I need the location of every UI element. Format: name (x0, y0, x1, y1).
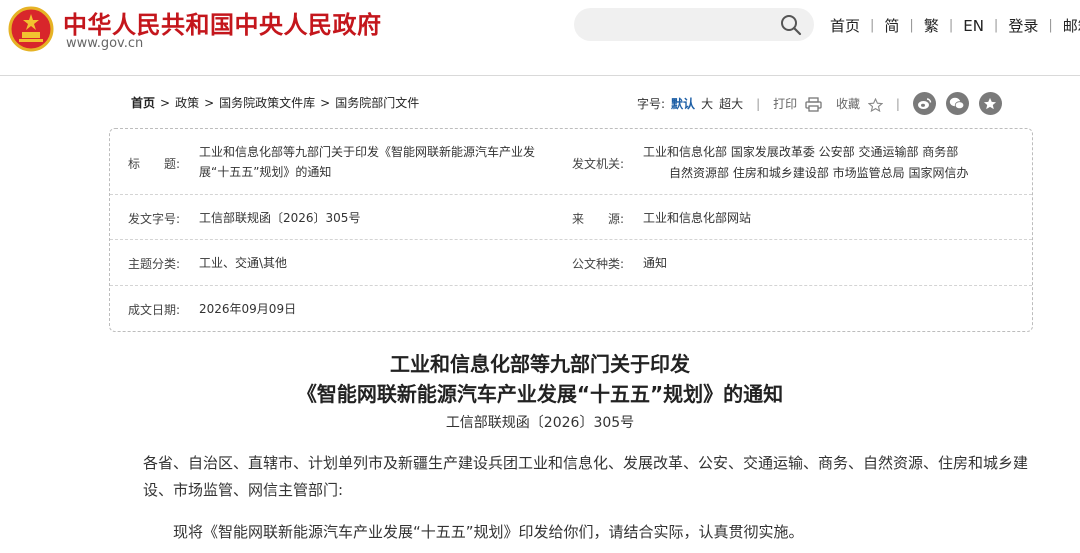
wechat-share-button[interactable] (945, 92, 969, 115)
national-emblem-icon[interactable] (8, 6, 54, 52)
nav-divider: | (948, 18, 954, 33)
wechat-icon (950, 97, 965, 110)
font-size-default[interactable]: 默认 (671, 95, 695, 112)
star-icon (867, 97, 883, 112)
site-url[interactable]: www.gov.cn (66, 36, 143, 51)
breadcrumb-separator: > (160, 96, 171, 110)
doctype-value: 通知 (643, 256, 668, 270)
font-size-xlarge[interactable]: 超大 (719, 95, 743, 112)
font-size-label: 字号: (637, 97, 666, 111)
info-row-title: 标 题: 工业和信息化部等九部门关于印发《智能网联新能源汽车产业发展“十五五”规… (110, 129, 1032, 195)
nav-login[interactable]: 登录 (1008, 15, 1038, 36)
article-paragraph: 现将《智能网联新能源汽车产业发展“十五五”规划》印发给你们，请结合实际，认真贯彻… (173, 523, 804, 541)
nav-simplified[interactable]: 简 (884, 15, 899, 36)
title-label: 标 题: (128, 157, 181, 171)
favorite-label: 收藏 (835, 97, 860, 111)
source-label: 来 源: (572, 212, 625, 226)
info-row-topic: 主题分类: 工业、交通\其他 公文种类: 通知 (110, 240, 1032, 286)
print-label: 打印 (773, 97, 798, 111)
search-icon[interactable] (780, 14, 802, 36)
nav-traditional[interactable]: 繁 (924, 15, 939, 36)
font-size-large[interactable]: 大 (701, 95, 713, 112)
topic-label: 主题分类: (128, 257, 181, 271)
share-icon (984, 97, 997, 110)
nav-divider: | (1048, 18, 1053, 33)
article-toolbar: 字号: 默认 大 超大 | 打印 收藏 | (637, 92, 1002, 115)
info-row-docno: 发文字号: 工信部联规函〔2026〕305号 来 源: 工业和信息化部网站 (110, 195, 1032, 240)
issuer-line1: 工业和信息化部 国家发展改革委 公安部 交通运输部 商务部 (643, 145, 959, 159)
title-value: 工业和信息化部等九部门关于印发《智能网联新能源汽车产业发展“十五五”规划》的通知 (199, 145, 536, 179)
toolbar-divider: | (756, 96, 761, 111)
site-header: 中华人民共和国中央人民政府 www.gov.cn 首页 | 简 | 繁 | EN… (0, 0, 1080, 76)
date-value: 2026年09月09日 (199, 302, 297, 316)
doctype-label: 公文种类: (572, 257, 625, 271)
breadcrumb: 首页 > 政策 > 国务院政策文件库 > 国务院部门文件 (131, 94, 419, 111)
nav-divider: | (909, 18, 914, 33)
info-row-date: 成文日期: 2026年09月09日 (110, 286, 1032, 331)
weibo-share-button[interactable] (912, 92, 936, 115)
article-title-line2: 《智能网联新能源汽车产业发展“十五五”规划》的通知 (296, 382, 784, 406)
weibo-icon (917, 98, 932, 109)
article-addressee: 各省、自治区、直辖市、计划单列市及新疆生产建设兵团工业和信息化、发展改革、公安、… (143, 454, 1029, 499)
print-button[interactable]: 打印 (773, 95, 822, 112)
breadcrumb-dept-docs[interactable]: 国务院部门文件 (335, 96, 419, 110)
nav-english[interactable]: EN (963, 17, 984, 35)
topic-value: 工业、交通\其他 (199, 256, 288, 270)
breadcrumb-separator: > (204, 96, 215, 110)
date-label: 成文日期: (128, 303, 181, 317)
source-value: 工业和信息化部网站 (643, 211, 752, 225)
docno-value: 工信部联规函〔2026〕305号 (199, 211, 361, 225)
breadcrumb-policy[interactable]: 政策 (175, 96, 199, 110)
nav-home[interactable]: 首页 (830, 15, 860, 36)
share-button[interactable] (978, 92, 1002, 115)
favorite-button[interactable]: 收藏 (836, 95, 883, 112)
docno-label: 发文字号: (128, 212, 181, 226)
article-doc-number: 工信部联规函〔2026〕305号 (445, 415, 635, 431)
issuer-line2: 自然资源部 住房和城乡建设部 市场监管总局 国家网信办 (669, 166, 969, 180)
breadcrumb-policy-library[interactable]: 国务院政策文件库 (219, 96, 315, 110)
toolbar-divider: | (895, 96, 900, 111)
issuer-label: 发文机关: (572, 157, 625, 171)
breadcrumb-home[interactable]: 首页 (131, 96, 155, 110)
site-name[interactable]: 中华人民共和国中央人民政府 (63, 5, 382, 40)
top-nav: 首页 | 简 | 繁 | EN | 登录 | 邮箱 (830, 15, 1080, 36)
article-title-line1: 工业和信息化部等九部门关于印发 (390, 352, 690, 376)
document-info-panel: 标 题: 工业和信息化部等九部门关于印发《智能网联新能源汽车产业发展“十五五”规… (109, 128, 1033, 332)
nav-mail[interactable]: 邮箱 (1063, 15, 1080, 36)
search-input[interactable] (574, 8, 814, 41)
printer-icon (805, 97, 822, 112)
breadcrumb-separator: > (320, 96, 331, 110)
nav-divider: | (993, 18, 999, 33)
nav-divider: | (870, 18, 875, 33)
